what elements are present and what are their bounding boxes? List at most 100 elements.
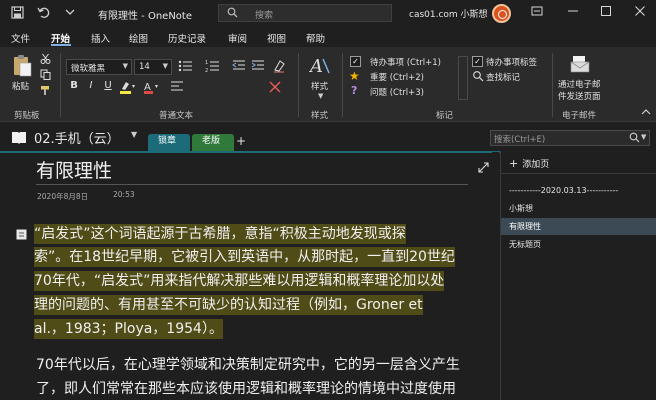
search-placeholder: 搜索 — [255, 11, 274, 21]
page-list-item[interactable]: 小斯想 — [501, 200, 656, 217]
todo-tag-label: 待办事项标签 — [486, 58, 538, 68]
notebook-name[interactable]: 02.手机（云） — [34, 128, 120, 147]
page-date: 2020年8月8日 — [37, 192, 89, 201]
page-search-placeholder: 搜索(Ctrl+E) — [494, 135, 546, 145]
svg-text:▾: ▾ — [155, 83, 158, 90]
styles-button[interactable]: A — [308, 55, 331, 80]
text-line[interactable]: 了，即人们常常在那些本应该使用逻辑和概率理论的情境中过度使用 — [36, 379, 456, 399]
page-list-item-selected[interactable]: 有限理性 — [501, 218, 656, 235]
tab-home[interactable]: 开始 — [51, 31, 70, 45]
cut-icon[interactable] — [40, 53, 51, 67]
divider — [500, 173, 656, 174]
tags-group-label: 标记 — [436, 111, 454, 121]
full-page-view-icon[interactable] — [478, 162, 489, 176]
highlighted-text-line[interactable]: 索”。在18世纪早期，它被引入到英语中，从那时起，一直到20世纪 — [34, 247, 455, 267]
tag-todo-label: 待办事项 (Ctrl+1) — [370, 58, 441, 68]
minimize-icon[interactable] — [566, 5, 580, 19]
email-page-button[interactable] — [570, 55, 590, 76]
section-tab[interactable]: 老版 — [192, 134, 234, 151]
chevron-down-icon: ▼ — [122, 62, 128, 70]
checkbox-icon: ✓ — [350, 56, 361, 67]
highlighted-text-line[interactable]: “启发式”这个词语起源于古希腊，意指“积极主动地发现或探 — [34, 224, 406, 244]
text-line[interactable]: 70年代以后，在心理学领域和决策制定研究中，它的另一层含义产生 — [36, 355, 460, 375]
tag-important[interactable]: ★ 重要 (Ctrl+2) — [348, 69, 468, 84]
email-icon — [570, 56, 590, 73]
clear-formatting-icon[interactable] — [272, 59, 286, 76]
page-list-item[interactable]: -----------2020.03.13----------- — [501, 182, 656, 199]
plus-icon: + — [509, 157, 519, 170]
undo-icon[interactable] — [36, 6, 51, 21]
tab-draw[interactable]: 绘图 — [129, 31, 148, 45]
delete-icon[interactable] — [268, 80, 282, 97]
copy-icon[interactable] — [40, 69, 51, 83]
tab-insert[interactable]: 插入 — [91, 31, 110, 45]
paste-button[interactable] — [12, 54, 32, 81]
styles-icon: A — [308, 56, 330, 77]
section-tab-active[interactable]: 锁章 — [148, 134, 190, 151]
ribbon-display-options-icon[interactable] — [530, 5, 544, 19]
tag-question-label: 问题 (Ctrl+3) — [370, 88, 424, 98]
underline-button[interactable]: U — [101, 80, 115, 91]
group-divider — [60, 53, 61, 117]
tag-todo[interactable]: ✓ 待办事项 (Ctrl+1) — [348, 55, 468, 69]
font-name-combo[interactable]: 微软雅黑 ▼ — [66, 59, 132, 75]
account-name[interactable]: cas01.com 小斯想 — [409, 7, 488, 20]
group-divider — [298, 53, 299, 117]
basic-text-group-label: 普通文本 — [159, 111, 194, 121]
tab-history[interactable]: 历史记录 — [168, 31, 206, 45]
increase-indent-icon[interactable] — [251, 59, 265, 76]
page-search-input[interactable]: 搜索(Ctrl+E) ▼ — [490, 130, 650, 146]
chevron-down-icon: ▼ — [641, 133, 647, 141]
close-icon[interactable] — [633, 5, 647, 19]
tab-help[interactable]: 帮助 — [306, 31, 325, 45]
page-list-item[interactable]: 无标题页 — [501, 236, 656, 253]
svg-text:▾: ▾ — [132, 83, 135, 90]
align-icon[interactable] — [170, 80, 186, 97]
tab-review[interactable]: 审阅 — [228, 31, 247, 45]
tags-gallery-scroll[interactable] — [458, 56, 468, 100]
tag-question[interactable]: ? 问题 (Ctrl+3) — [348, 84, 468, 99]
email-label-line2: 件发送页面 — [558, 92, 601, 102]
todo-tag-button[interactable]: ✓ 待办事项标签 — [472, 55, 552, 69]
tab-view[interactable]: 视图 — [267, 31, 286, 45]
format-painter-icon[interactable] — [40, 85, 51, 99]
tag-important-label: 重要 (Ctrl+2) — [370, 73, 424, 83]
bold-button[interactable]: B — [67, 80, 81, 91]
styles-button-label: 样式 — [311, 82, 329, 92]
highlighted-text-line[interactable]: al.，1983；Ploya，1954）。 — [34, 319, 223, 339]
add-page-button[interactable]: + 添加页 — [509, 157, 549, 170]
add-section-button[interactable]: + — [236, 134, 246, 148]
avatar[interactable] — [492, 4, 511, 23]
find-tags-button[interactable]: 查找标记 — [472, 70, 552, 84]
svg-text:1: 1 — [205, 60, 208, 66]
notebook-icon[interactable] — [12, 131, 26, 144]
font-size-combo[interactable]: 14 ▼ — [134, 59, 172, 75]
paragraph-handle-icon[interactable] — [16, 229, 27, 240]
title-search-box[interactable]: 搜索 — [218, 4, 392, 22]
highlighted-text-line[interactable]: 理的问题的、有用甚至不可缺少的认知过程（例如，Groner et — [34, 295, 423, 315]
vertical-scrollbar[interactable] — [492, 152, 499, 400]
notebook-dropdown-chevron-icon[interactable]: ▼ — [131, 130, 137, 139]
customize-toolbar-chevron-icon[interactable] — [62, 6, 77, 21]
find-tags-icon — [472, 70, 484, 85]
highlight-color-icon[interactable]: ▾ — [119, 80, 137, 97]
maximize-icon[interactable] — [599, 5, 613, 19]
paste-label: 粘贴 — [12, 82, 30, 92]
title-underline — [36, 184, 468, 185]
save-icon[interactable] — [10, 6, 25, 21]
collapse-ribbon-icon[interactable] — [641, 108, 651, 119]
italic-button[interactable]: I — [84, 80, 98, 91]
group-divider — [342, 53, 343, 117]
numbering-icon[interactable]: 12 — [205, 59, 221, 76]
highlighted-text-line[interactable]: 70年代，“启发式”用来指代解决那些难以用逻辑和概率理论加以处 — [34, 271, 445, 291]
decrease-indent-icon[interactable] — [232, 59, 246, 76]
find-tags-label: 查找标记 — [486, 73, 521, 83]
svg-text:A: A — [309, 56, 323, 77]
page-title[interactable]: 有限理性 — [36, 156, 112, 183]
font-size-value: 14 — [139, 62, 150, 72]
font-color-icon[interactable]: A ▾ — [143, 80, 161, 97]
tab-file[interactable]: 文件 — [11, 31, 30, 45]
group-divider — [552, 53, 553, 117]
email-label-line1: 通过电子邮 — [558, 80, 601, 90]
bullets-icon[interactable] — [178, 59, 194, 76]
